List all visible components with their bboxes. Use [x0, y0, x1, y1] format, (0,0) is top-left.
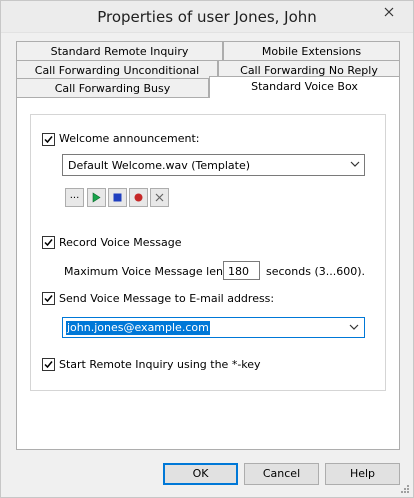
- chevron-down-icon: [349, 324, 359, 330]
- help-button[interactable]: Help: [325, 463, 400, 485]
- window-title: Properties of user Jones, John: [97, 8, 317, 26]
- delete-icon: [155, 193, 164, 202]
- close-button[interactable]: [370, 2, 408, 22]
- welcome-checkbox[interactable]: [42, 133, 55, 146]
- email-label: Send Voice Message to E-mail address:: [59, 292, 275, 305]
- max-length-input[interactable]: 180: [223, 261, 260, 280]
- email-checkbox[interactable]: [42, 292, 55, 305]
- ok-button[interactable]: OK: [163, 463, 238, 485]
- resize-grip-icon[interactable]: [400, 484, 410, 494]
- record-button[interactable]: [129, 188, 148, 207]
- chevron-down-icon: [350, 161, 360, 167]
- play-button[interactable]: [87, 188, 106, 207]
- tab-mobile-extensions[interactable]: Mobile Extensions: [223, 41, 400, 61]
- tab-standard-voice-box[interactable]: Standard Voice Box: [209, 76, 400, 98]
- checkmark-icon: [44, 239, 53, 247]
- delete-button[interactable]: [150, 188, 169, 207]
- max-length-hint: seconds (3...600).: [266, 265, 366, 278]
- remote-inquiry-checkbox[interactable]: [42, 358, 55, 371]
- browse-label: ...: [69, 189, 80, 201]
- checkmark-icon: [44, 295, 53, 303]
- title-bar: Properties of user Jones, John: [1, 1, 413, 33]
- play-icon: [92, 192, 101, 203]
- record-icon: [134, 193, 143, 202]
- close-icon: [384, 7, 394, 17]
- tab-standard-remote-inquiry[interactable]: Standard Remote Inquiry: [16, 41, 223, 61]
- email-address-value: john.jones@example.com: [66, 321, 210, 335]
- checkmark-icon: [44, 361, 53, 369]
- checkmark-icon: [44, 136, 53, 144]
- stop-button[interactable]: [108, 188, 127, 207]
- record-checkbox[interactable]: [42, 236, 55, 249]
- cancel-button[interactable]: Cancel: [244, 463, 319, 485]
- properties-dialog: Properties of user Jones, John Standard …: [0, 0, 414, 498]
- browse-button[interactable]: ...: [65, 188, 84, 207]
- max-length-value: 180: [228, 265, 249, 278]
- record-label: Record Voice Message: [59, 236, 182, 249]
- welcome-file-value: Default Welcome.wav (Template): [68, 159, 251, 172]
- stop-icon: [113, 193, 122, 202]
- max-length-label: Maximum Voice Message length: [64, 265, 242, 278]
- tab-call-forwarding-busy[interactable]: Call Forwarding Busy: [16, 78, 209, 98]
- welcome-label: Welcome announcement:: [59, 132, 200, 145]
- email-address-select[interactable]: john.jones@example.com: [62, 317, 365, 338]
- remote-inquiry-label: Start Remote Inquiry using the *-key: [59, 358, 261, 371]
- tab-call-forwarding-unconditional[interactable]: Call Forwarding Unconditional: [16, 60, 218, 80]
- welcome-file-select[interactable]: Default Welcome.wav (Template): [62, 154, 365, 176]
